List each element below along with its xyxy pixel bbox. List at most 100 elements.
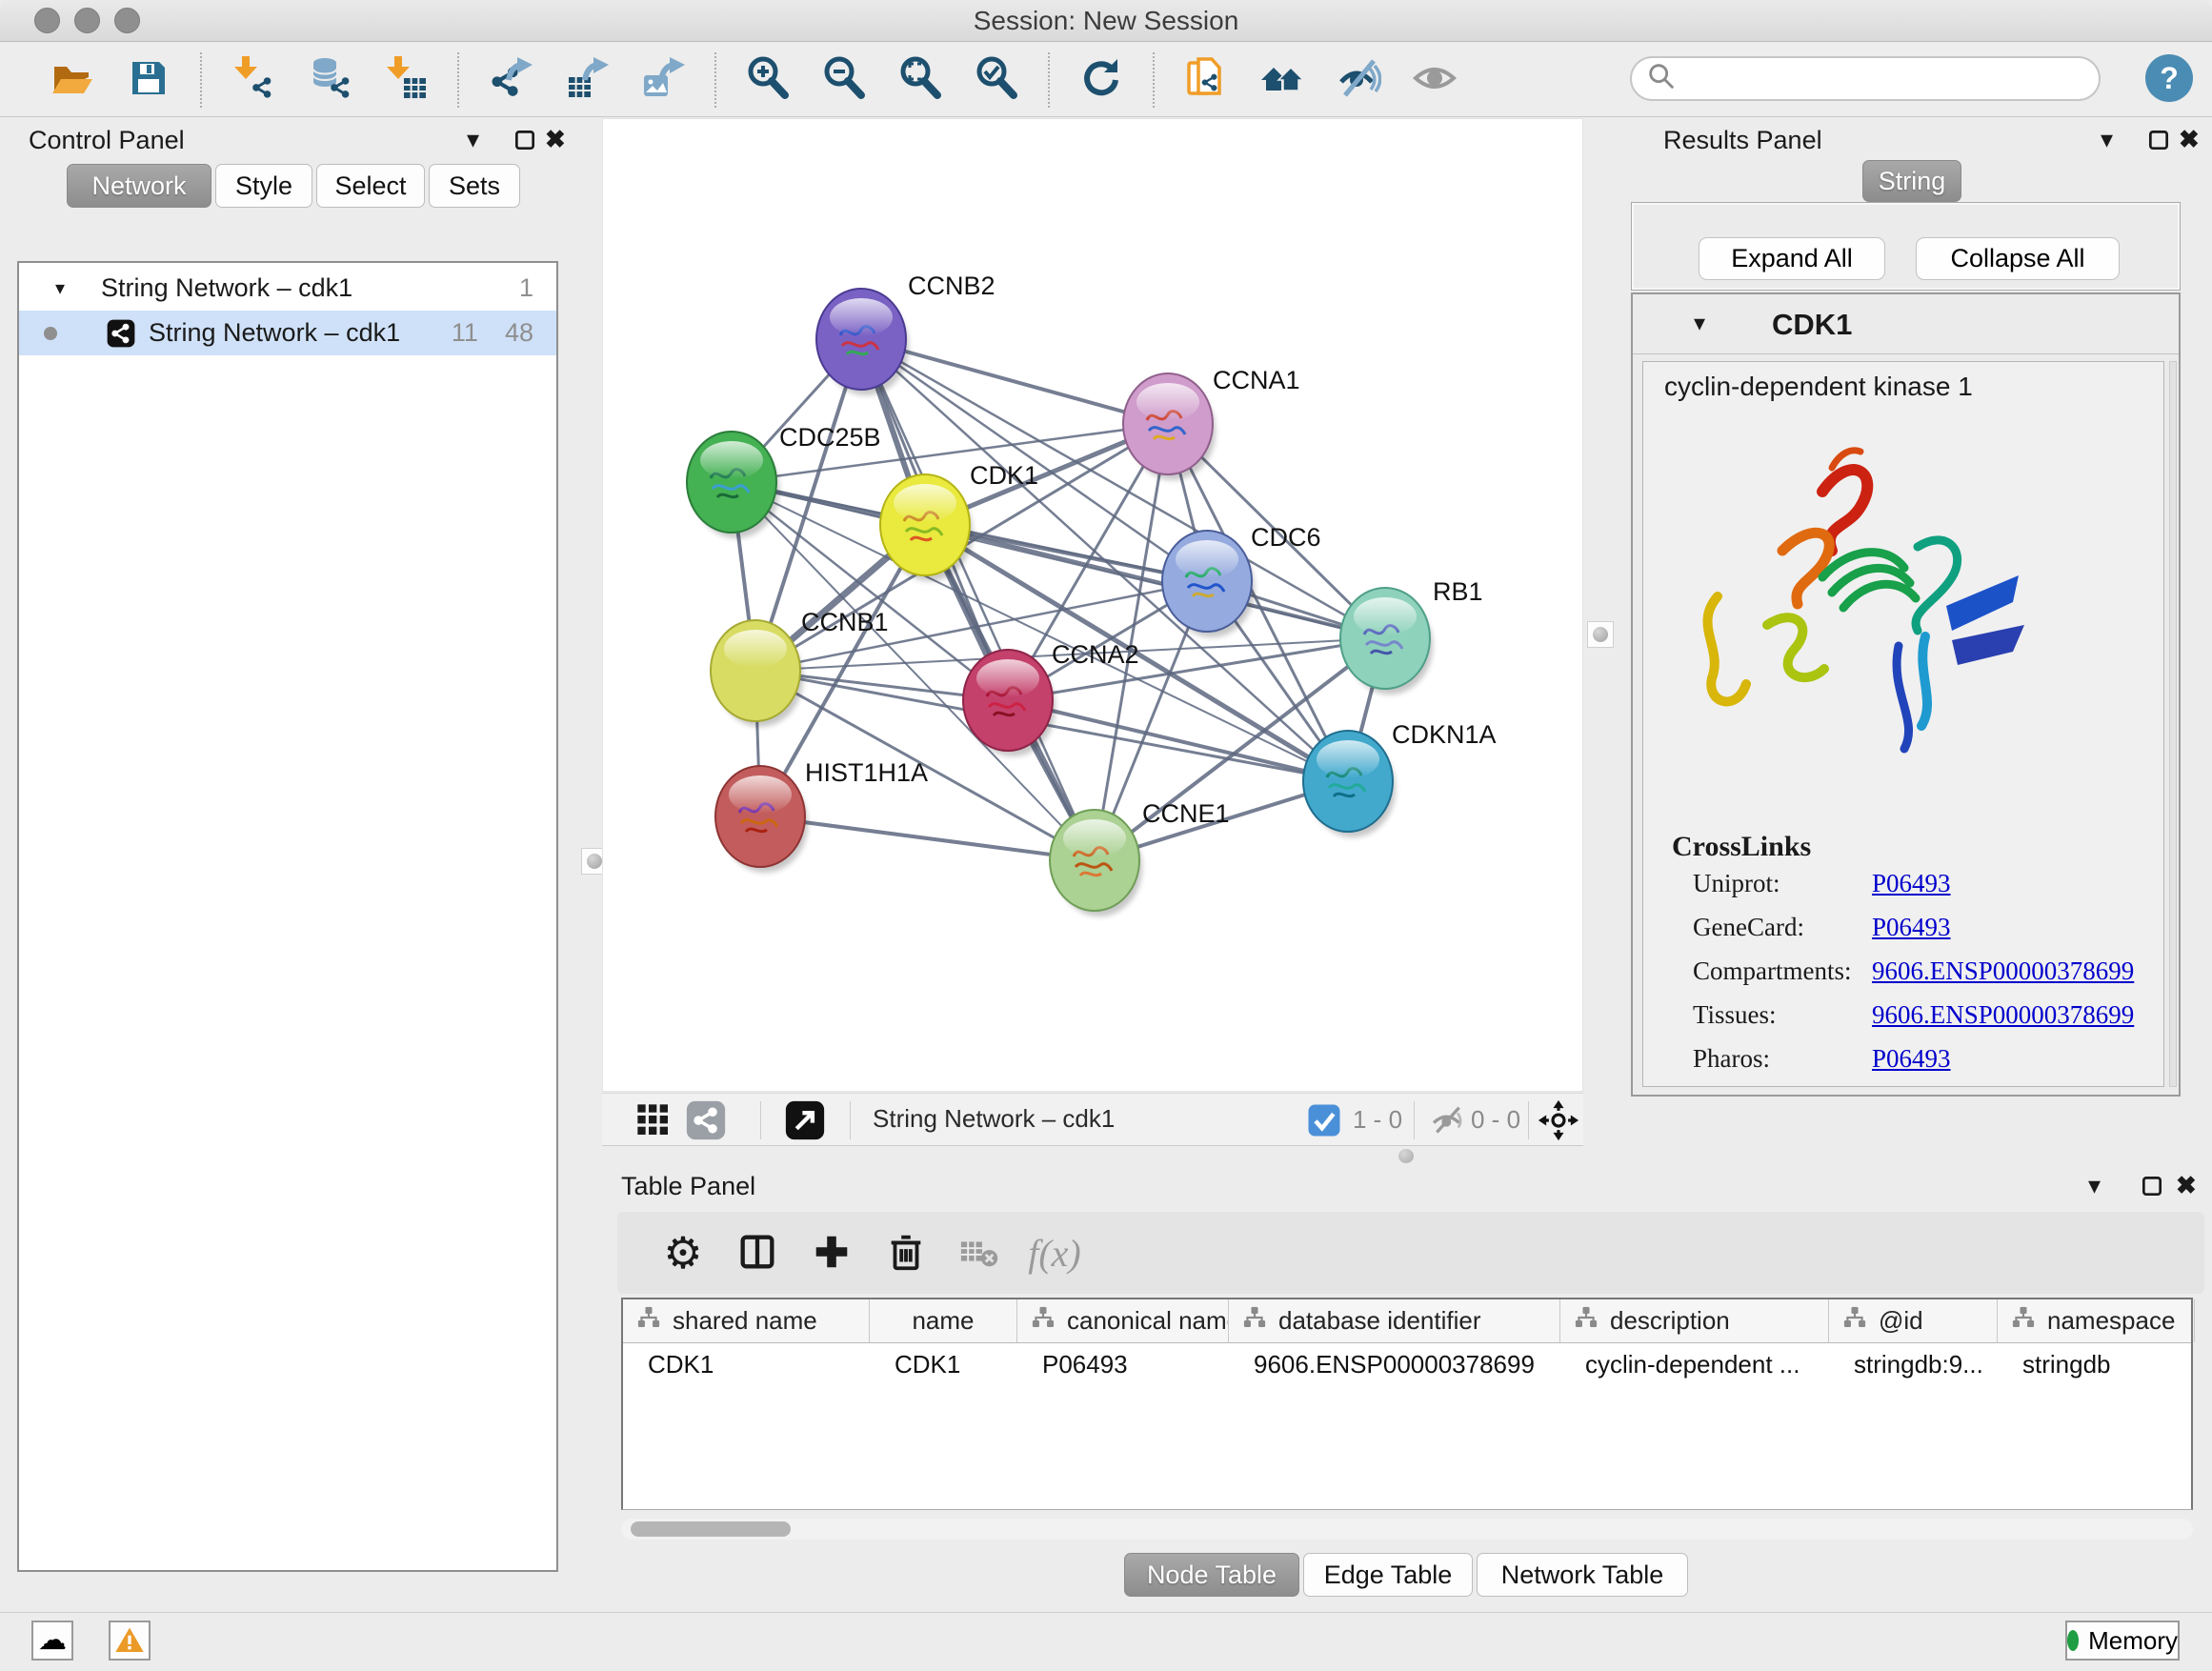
refresh-button[interactable] — [1075, 53, 1128, 107]
results-close-icon[interactable]: ✖ — [2179, 124, 2200, 154]
collapse-all-button[interactable]: Collapse All — [1916, 237, 2120, 280]
zoom-out-button[interactable] — [817, 53, 871, 107]
node-CDKN1A[interactable]: CDKN1A — [1303, 720, 1497, 837]
tab-style[interactable]: Style — [215, 164, 312, 208]
results-float-icon[interactable] — [2146, 128, 2171, 157]
network-collection-row[interactable]: ▾ String Network – cdk1 1 — [19, 266, 556, 311]
save-session-button[interactable] — [122, 53, 175, 107]
cell-canonical-name[interactable]: P06493 — [1017, 1343, 1229, 1385]
help-button[interactable]: ? — [2145, 54, 2193, 102]
import-database-button[interactable] — [303, 53, 356, 107]
tab-sets[interactable]: Sets — [429, 164, 520, 208]
table-hscrollbar[interactable] — [621, 1519, 2193, 1540]
hidden-eye-icon[interactable] — [1429, 1101, 1467, 1144]
node-CDK1[interactable]: CDK1 — [880, 461, 1038, 581]
crosslink-row: Tissues: 9606.ENSP00000378699 — [1643, 1000, 2163, 1044]
node-RB1[interactable]: RB1 — [1340, 577, 1483, 695]
first-neighbors-button[interactable] — [1256, 53, 1309, 107]
node-CCNB2[interactable]: CCNB2 — [816, 272, 995, 395]
import-network-button[interactable] — [227, 53, 280, 107]
crosslink-value-link[interactable]: P06493 — [1872, 869, 1951, 898]
column-header-shared-name[interactable]: shared name — [623, 1299, 870, 1342]
table-row[interactable]: CDK1CDK1P064939606.ENSP00000378699cyclin… — [623, 1343, 2191, 1385]
node-CDC6[interactable]: CDC6 — [1162, 523, 1321, 637]
table-float-icon[interactable] — [2140, 1174, 2164, 1203]
node-CCNA1[interactable]: CCNA1 — [1123, 366, 1300, 480]
function-builder-button[interactable]: f(x) — [1028, 1226, 1081, 1279]
zoom-in-button[interactable] — [741, 53, 794, 107]
table-close-icon[interactable]: ✖ — [2176, 1170, 2197, 1200]
export-network-button[interactable] — [484, 53, 537, 107]
detach-view-icon[interactable] — [785, 1100, 825, 1145]
memory-button[interactable]: Memory — [2065, 1621, 2180, 1661]
network-canvas[interactable]: CCNB2 CCNA1 CDC25B CDK1 CDC6 RB1 CCNB1 C… — [602, 118, 1583, 1092]
zoom-fit-button[interactable] — [894, 53, 947, 107]
splitter-grip[interactable] — [1398, 1149, 1414, 1163]
crosslink-value-link[interactable]: P06493 — [1872, 913, 1951, 942]
cell-description[interactable]: cyclin-dependent ... — [1560, 1343, 1829, 1385]
node-CCNB1[interactable]: CCNB1 — [711, 608, 889, 727]
add-icon — [810, 1230, 854, 1277]
column-header-name[interactable]: name — [870, 1299, 1017, 1342]
network-row-selected[interactable]: String Network – cdk1 11 48 — [19, 311, 556, 355]
import-table-button[interactable] — [379, 53, 432, 107]
table-menu-icon[interactable]: ▾ — [2088, 1170, 2101, 1200]
crosslink-value-link[interactable]: 9606.ENSP00000378699 — [1872, 1000, 2134, 1030]
tab-node-table[interactable]: Node Table — [1124, 1553, 1299, 1597]
tab-network[interactable]: Network — [67, 164, 211, 208]
results-scrollbar[interactable] — [2169, 361, 2177, 1087]
panel-menu-icon[interactable]: ▾ — [467, 124, 479, 154]
open-session-button[interactable] — [46, 53, 99, 107]
export-table-button[interactable] — [560, 53, 613, 107]
tab-string[interactable]: String — [1862, 160, 1961, 202]
search-input[interactable] — [1687, 64, 2085, 93]
node-CDC25B[interactable]: CDC25B — [687, 423, 881, 538]
column-header-canonical-name[interactable]: canonical name — [1017, 1299, 1229, 1342]
network-from-selection-button[interactable] — [1179, 53, 1233, 107]
column-header-namespace[interactable]: namespace — [1998, 1299, 2195, 1342]
add-button[interactable] — [805, 1226, 858, 1279]
delete-button[interactable] — [879, 1226, 933, 1279]
node-HIST1H1A[interactable]: HIST1H1A — [715, 758, 928, 873]
column-type-icon — [1574, 1305, 1599, 1337]
panel-close-icon[interactable]: ✖ — [545, 124, 566, 154]
cell-name[interactable]: CDK1 — [870, 1343, 1017, 1385]
table-hscrollbar-thumb[interactable] — [631, 1521, 791, 1537]
cloud-button[interactable]: ☁ — [31, 1621, 73, 1661]
show-all-button[interactable] — [1408, 53, 1461, 107]
column-header--id[interactable]: @id — [1829, 1299, 1998, 1342]
node-CCNA2[interactable]: CCNA2 — [963, 640, 1139, 756]
expand-all-button[interactable]: Expand All — [1699, 237, 1885, 280]
selected-checkbox-icon[interactable] — [1307, 1103, 1341, 1142]
crosslink-value-link[interactable]: P06493 — [1872, 1044, 1951, 1074]
export-image-button[interactable] — [636, 53, 690, 107]
zoom-selected-button[interactable] — [970, 53, 1023, 107]
cell-namespace[interactable]: stringdb — [1998, 1343, 2195, 1385]
network-view-badge-icon[interactable] — [686, 1100, 726, 1145]
entry-expander-icon[interactable]: ▾ — [1694, 310, 1705, 337]
horizontal-splitter[interactable] — [602, 1146, 2212, 1165]
tab-select[interactable]: Select — [316, 164, 425, 208]
crosslink-value-link[interactable]: 9606.ENSP00000378699 — [1872, 956, 2134, 986]
collection-expander-icon[interactable]: ▾ — [55, 276, 65, 300]
birdseye-view-icon[interactable] — [1538, 1099, 1579, 1146]
columns-button[interactable] — [731, 1226, 784, 1279]
grid-view-icon[interactable] — [634, 1101, 673, 1144]
search-box[interactable] — [1630, 56, 2101, 101]
node-CCNE1[interactable]: CCNE1 — [1050, 799, 1230, 916]
panel-float-icon[interactable] — [513, 128, 537, 157]
cell-database-identifier[interactable]: 9606.ENSP00000378699 — [1229, 1343, 1560, 1385]
right-splitter-handle[interactable] — [1587, 621, 1614, 648]
tab-edge-table[interactable]: Edge Table — [1303, 1553, 1473, 1597]
hide-selected-button[interactable] — [1332, 53, 1385, 107]
results-menu-icon[interactable]: ▾ — [2101, 124, 2113, 154]
delete-table-button[interactable] — [954, 1226, 1007, 1279]
cell-shared-name[interactable]: CDK1 — [623, 1343, 870, 1385]
table-settings-button[interactable]: ⚙ — [656, 1226, 710, 1279]
cell--id[interactable]: stringdb:9... — [1829, 1343, 1998, 1385]
warning-button[interactable] — [109, 1621, 151, 1661]
column-header-database-identifier[interactable]: database identifier — [1229, 1299, 1560, 1342]
column-header-description[interactable]: description — [1560, 1299, 1829, 1342]
crosslink-label: Compartments: — [1693, 956, 1851, 986]
tab-network-table[interactable]: Network Table — [1477, 1553, 1688, 1597]
